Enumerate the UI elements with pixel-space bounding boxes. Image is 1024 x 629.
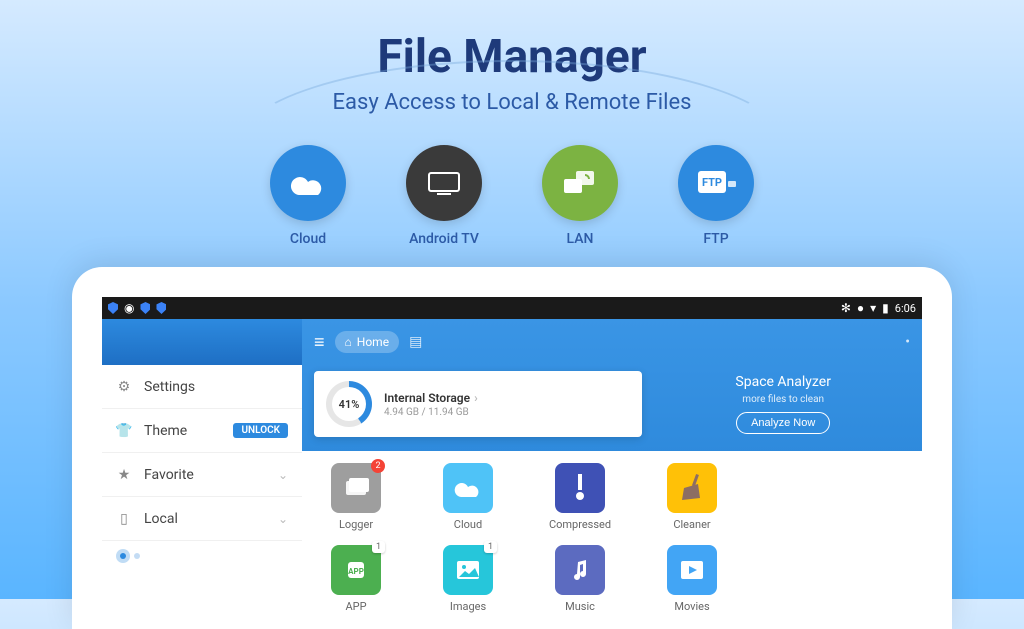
window-icon[interactable]: ▤ <box>409 334 422 350</box>
feature-lan[interactable]: LAN <box>542 145 618 247</box>
sidebar-item-label: Settings <box>144 379 288 395</box>
chevron-down-icon: ⌄ <box>278 468 288 482</box>
app-icon: APP 1 <box>331 545 381 595</box>
feature-androidtv[interactable]: Android TV <box>406 145 482 247</box>
chevron-down-icon: ⌄ <box>278 512 288 526</box>
tv-icon <box>406 145 482 221</box>
category-app[interactable]: APP 1 APP <box>316 545 396 613</box>
shirt-icon: 👕 <box>116 423 132 439</box>
chevron-right-icon: › <box>474 391 478 405</box>
cloud-icon <box>270 145 346 221</box>
feature-label: LAN <box>567 231 594 247</box>
feature-label: Cloud <box>290 231 326 247</box>
status-time: 6:06 <box>895 302 916 315</box>
home-icon: ⌂ <box>345 335 352 349</box>
feature-label: Android TV <box>409 231 479 247</box>
sidebar-header <box>102 319 302 365</box>
sync-icon: ● <box>857 301 864 315</box>
storage-progress-ring: 41% <box>326 381 372 427</box>
sidebar-item-favorite[interactable]: ★ Favorite ⌄ <box>102 453 302 497</box>
gear-icon: ⚙ <box>116 379 132 395</box>
bluetooth-icon: ✻ <box>841 301 851 315</box>
app-topbar: ≡ ⌂ Home ▤ • <box>302 319 922 365</box>
badge-count: 1 <box>484 541 497 553</box>
aperture-icon: ◉ <box>124 301 134 315</box>
category-label: Movies <box>674 600 709 613</box>
logger-icon: 2 <box>331 463 381 513</box>
category-grid: 2 Logger Cloud Compressed <box>302 451 922 629</box>
sidebar: ⚙ Settings 👕 Theme UNLOCK ★ Favorite ⌄ ▯… <box>102 319 302 629</box>
space-analyzer-panel: Space Analyzer more files to clean Analy… <box>656 374 910 434</box>
music-icon <box>555 545 605 595</box>
category-label: Compressed <box>549 518 611 531</box>
analyzer-subtitle: more files to clean <box>742 394 824 405</box>
category-label: Music <box>565 600 595 613</box>
storage-card[interactable]: 41% Internal Storage › 4.94 GB / 11.94 G… <box>314 371 642 437</box>
shield-icon <box>156 302 166 314</box>
phone-icon: ▯ <box>116 511 132 527</box>
topbar-dot-icon[interactable]: • <box>905 334 910 350</box>
feature-cloud[interactable]: Cloud <box>270 145 346 247</box>
analyze-now-button[interactable]: Analyze Now <box>736 412 830 434</box>
sidebar-item-local[interactable]: ▯ Local ⌄ <box>102 497 302 541</box>
lan-icon <box>542 145 618 221</box>
zip-icon <box>555 463 605 513</box>
broom-icon <box>667 463 717 513</box>
category-compressed[interactable]: Compressed <box>540 463 620 531</box>
category-label: Cleaner <box>673 518 710 531</box>
storage-usage: 4.94 GB / 11.94 GB <box>384 407 478 418</box>
category-movies[interactable]: Movies <box>652 545 732 613</box>
shield-icon <box>108 302 118 314</box>
ftp-icon: FTP <box>678 145 754 221</box>
wifi-icon: ▾ <box>870 301 876 315</box>
svg-text:FTP: FTP <box>702 176 722 189</box>
sidebar-item-settings[interactable]: ⚙ Settings <box>102 365 302 409</box>
category-images[interactable]: 1 Images <box>428 545 508 613</box>
category-logger[interactable]: 2 Logger <box>316 463 396 531</box>
category-music[interactable]: Music <box>540 545 620 613</box>
status-bar: ◉ ✻ ● ▾ ▮ 6:06 <box>102 297 922 319</box>
sidebar-item-label: Theme <box>144 423 221 439</box>
storage-percent: 41% <box>339 398 360 411</box>
category-cleaner[interactable]: Cleaner <box>652 463 732 531</box>
feature-label: FTP <box>703 231 728 247</box>
category-label: APP <box>345 600 366 613</box>
category-label: Logger <box>339 518 373 531</box>
page-indicator <box>120 553 140 559</box>
breadcrumb-home[interactable]: ⌂ Home <box>335 331 400 353</box>
tablet-frame: ◉ ✻ ● ▾ ▮ 6:06 ⚙ Settings 👕 Theme UNLOCK <box>72 267 952 629</box>
breadcrumb-label: Home <box>357 335 389 349</box>
storage-title: Internal Storage › <box>384 391 478 405</box>
feature-ftp[interactable]: FTP FTP <box>678 145 754 247</box>
pager-dot <box>134 553 140 559</box>
svg-text:APP: APP <box>348 567 364 576</box>
badge-count: 2 <box>371 459 385 473</box>
analyzer-title: Space Analyzer <box>735 374 831 390</box>
cloud-icon <box>443 463 493 513</box>
battery-icon: ▮ <box>882 301 889 315</box>
main-panel: ≡ ⌂ Home ▤ • 41% Internal Storage <box>302 319 922 629</box>
category-label: Cloud <box>454 518 482 531</box>
movies-icon <box>667 545 717 595</box>
badge-count: 1 <box>372 541 385 553</box>
shield-icon <box>140 302 150 314</box>
menu-icon[interactable]: ≡ <box>314 332 325 353</box>
sidebar-item-label: Favorite <box>144 467 266 483</box>
category-cloud[interactable]: Cloud <box>428 463 508 531</box>
pager-dot-active <box>120 553 126 559</box>
category-label: Images <box>450 600 486 613</box>
star-icon: ★ <box>116 467 132 483</box>
images-icon: 1 <box>443 545 493 595</box>
sidebar-item-label: Local <box>144 511 266 527</box>
sidebar-item-theme[interactable]: 👕 Theme UNLOCK <box>102 409 302 453</box>
unlock-badge[interactable]: UNLOCK <box>233 423 288 438</box>
